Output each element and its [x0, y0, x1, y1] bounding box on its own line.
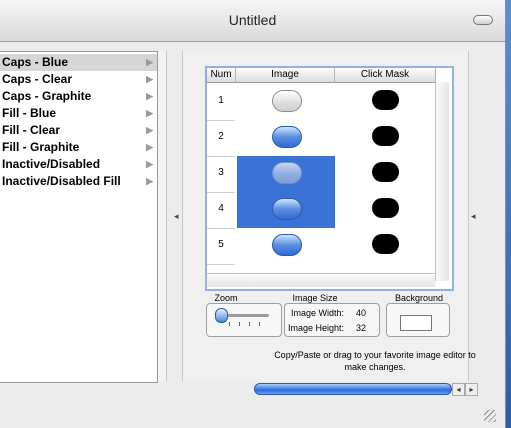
row-divider: [207, 228, 235, 229]
row-number: 4: [218, 203, 224, 214]
disclosure-arrow-icon: ▶: [146, 91, 153, 101]
click-mask-image[interactable]: [372, 198, 399, 218]
list-item-label: Caps - Clear: [2, 72, 73, 86]
scroll-right-icon[interactable]: ▸: [465, 383, 478, 396]
column-header-num[interactable]: Num: [207, 68, 236, 83]
click-mask-image[interactable]: [372, 162, 399, 182]
list-item-fill-blue[interactable]: Fill - Blue ▶: [0, 105, 157, 122]
click-mask-image[interactable]: [372, 126, 399, 146]
image-table: Num Image Click Mask 1 2 3 4 5: [205, 66, 454, 291]
click-mask-image[interactable]: [372, 234, 399, 254]
scroll-left-icon[interactable]: ◂: [452, 383, 465, 396]
list-item-inactive-disabled[interactable]: Inactive/Disabled ▶: [0, 156, 157, 173]
disclosure-arrow-icon: ▶: [146, 57, 153, 67]
disclosure-arrow-icon: ▶: [146, 108, 153, 118]
image-height-label: Image Height:: [288, 323, 345, 333]
image-width-value: 40: [356, 308, 367, 318]
button-image-blue[interactable]: [272, 234, 302, 256]
zoom-slider-thumb[interactable]: [215, 308, 228, 323]
button-image-blue[interactable]: [272, 126, 302, 148]
background-label: Background: [394, 293, 444, 303]
row-number: 5: [218, 239, 224, 250]
main-window: Untitled Caps - Blue ▶ Caps - Clear ▶ Ca…: [0, 0, 506, 428]
row-divider: [207, 156, 235, 157]
window-title: Untitled: [228, 12, 277, 28]
row-number: 3: [218, 167, 224, 178]
button-image-faded[interactable]: [272, 162, 302, 184]
list-item-label: Fill - Clear: [2, 123, 61, 137]
list-item-fill-clear[interactable]: Fill - Clear ▶: [0, 122, 157, 139]
background-color-swatch[interactable]: [400, 315, 432, 331]
list-item-label: Inactive/Disabled Fill: [2, 174, 121, 188]
list-item-label: Fill - Blue: [2, 106, 56, 120]
list-item-inactive-disabled-fill[interactable]: Inactive/Disabled Fill ▶: [0, 173, 157, 190]
slider-tick: [229, 322, 230, 326]
hint-text: Copy/Paste or drag to your favorite imag…: [274, 350, 476, 372]
button-image-clear[interactable]: [272, 90, 302, 112]
resize-grip-icon[interactable]: [484, 410, 496, 422]
style-list: Caps - Blue ▶ Caps - Clear ▶ Caps - Grap…: [0, 51, 158, 383]
list-item-label: Caps - Graphite: [2, 89, 92, 103]
image-width-label: Image Width:: [291, 308, 345, 318]
column-header-click-mask[interactable]: Click Mask: [335, 68, 436, 83]
list-scrollbar[interactable]: [158, 51, 167, 381]
horizontal-scrollbar-thumb[interactable]: [254, 383, 452, 395]
list-item-caps-blue[interactable]: Caps - Blue ▶: [0, 54, 157, 71]
toolbar-toggle-button[interactable]: [473, 15, 493, 25]
disclosure-arrow-icon: ▶: [146, 125, 153, 135]
column-header-image[interactable]: Image: [236, 68, 335, 83]
row-divider: [207, 264, 235, 265]
image-size-label: Image Size: [292, 293, 338, 303]
list-item-caps-clear[interactable]: Caps - Clear ▶: [0, 71, 157, 88]
slider-tick: [249, 322, 250, 326]
list-item-fill-graphite[interactable]: Fill - Graphite ▶: [0, 139, 157, 156]
collapse-left-icon[interactable]: ◂: [174, 211, 179, 222]
list-item-label: Caps - Blue: [2, 55, 69, 69]
disclosure-arrow-icon: ▶: [146, 142, 153, 152]
desktop-background: [506, 0, 511, 428]
disclosure-arrow-icon: ▶: [146, 176, 153, 186]
row-divider: [207, 120, 235, 121]
row-number: 2: [218, 131, 224, 142]
list-item-caps-graphite[interactable]: Caps - Graphite ▶: [0, 88, 157, 105]
button-image-blue[interactable]: [272, 198, 302, 220]
click-mask-image[interactable]: [372, 90, 399, 110]
list-item-label: Fill - Graphite: [2, 140, 80, 154]
title-bar[interactable]: Untitled: [0, 0, 505, 42]
table-horizontal-scrollbar[interactable]: [207, 273, 435, 287]
collapse-right-icon[interactable]: ◂: [471, 211, 476, 222]
list-item-label: Inactive/Disabled: [2, 157, 101, 171]
disclosure-arrow-icon: ▶: [146, 74, 153, 84]
slider-tick: [259, 322, 260, 326]
zoom-label: Zoom: [214, 293, 238, 303]
slider-tick: [239, 322, 240, 326]
table-vertical-scrollbar[interactable]: [435, 82, 449, 281]
disclosure-arrow-icon: ▶: [146, 159, 153, 169]
row-divider: [207, 192, 235, 193]
row-number: 1: [218, 95, 224, 106]
image-height-value: 32: [356, 323, 367, 333]
